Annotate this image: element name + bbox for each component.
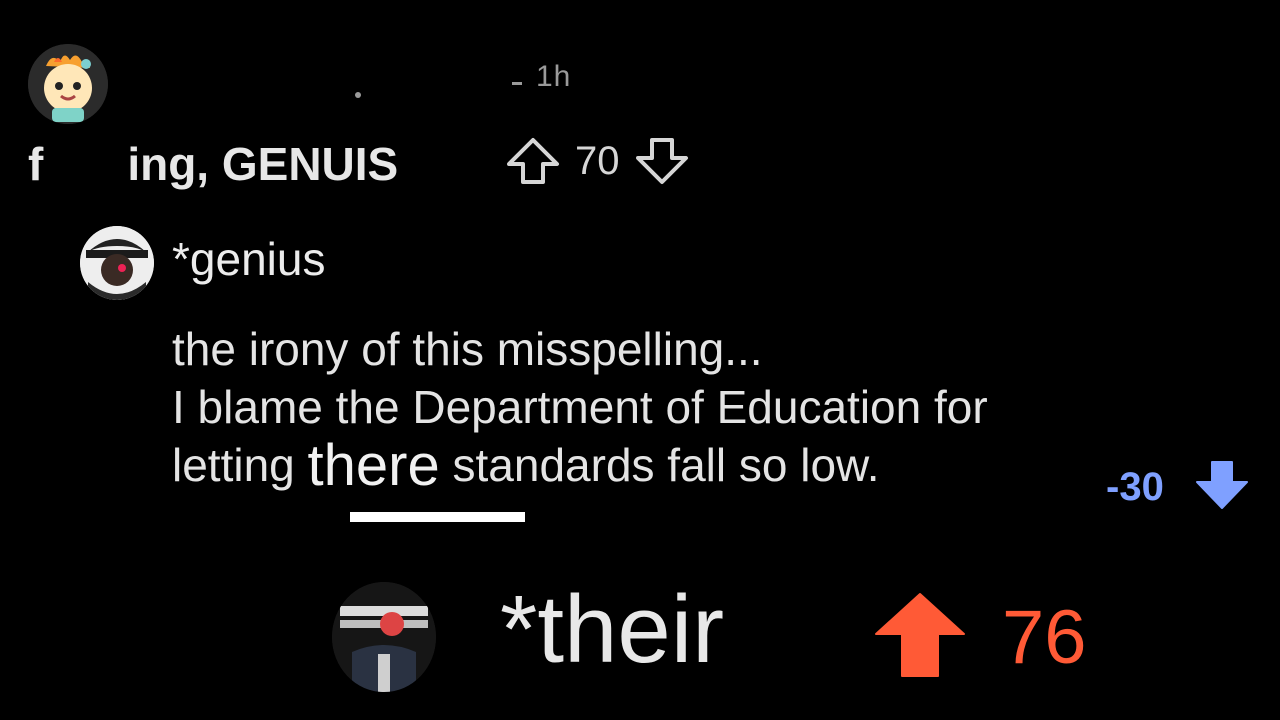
vote-controls: 70 <box>505 136 690 186</box>
upvote-button[interactable] <box>872 590 968 685</box>
reply-line: I blame the Department of Education for <box>172 381 988 433</box>
meta-separator <box>355 92 361 98</box>
reply-title: *their <box>500 576 725 683</box>
downvote-button[interactable] <box>1194 458 1250 517</box>
avatar-character-icon <box>332 582 436 692</box>
timestamp: 1h <box>536 60 572 93</box>
arrow-down-icon <box>1195 461 1248 509</box>
vote-score: -30 <box>1106 465 1164 509</box>
avatar-character-icon <box>80 226 154 300</box>
reply-line-text: letting <box>172 439 308 491</box>
avatar[interactable] <box>28 44 108 124</box>
highlighted-word: there <box>307 433 440 498</box>
comment-text-prefix: f <box>28 138 44 190</box>
vote-score: 76 <box>1002 595 1087 680</box>
vote-controls: 76 <box>872 590 1087 685</box>
censor-bar <box>45 142 126 186</box>
avatar[interactable] <box>332 582 436 692</box>
arrow-up-icon <box>875 593 965 677</box>
reply-line: letting there standards fall so low. <box>172 433 988 498</box>
reply-title: *genius <box>172 233 326 285</box>
avatar-cartoon-icon <box>28 44 108 124</box>
comment-text-suffix: ing, GENUIS <box>127 138 399 190</box>
avatar[interactable] <box>80 226 154 300</box>
arrow-up-icon <box>507 138 559 184</box>
comment-text: f ing, GENUIS <box>28 134 398 194</box>
highlight-underline <box>350 512 525 522</box>
vote-controls: -30 <box>1106 458 1250 517</box>
reply-line-text: standards fall so low. <box>439 439 880 491</box>
reply-body: the irony of this misspelling... I blame… <box>172 320 988 498</box>
reply-line: the irony of this misspelling... <box>172 323 763 375</box>
meta-separator <box>512 82 522 85</box>
vote-score: 70 <box>575 138 620 183</box>
downvote-button[interactable] <box>634 136 690 186</box>
arrow-down-icon <box>635 138 688 184</box>
upvote-button[interactable] <box>505 136 561 186</box>
